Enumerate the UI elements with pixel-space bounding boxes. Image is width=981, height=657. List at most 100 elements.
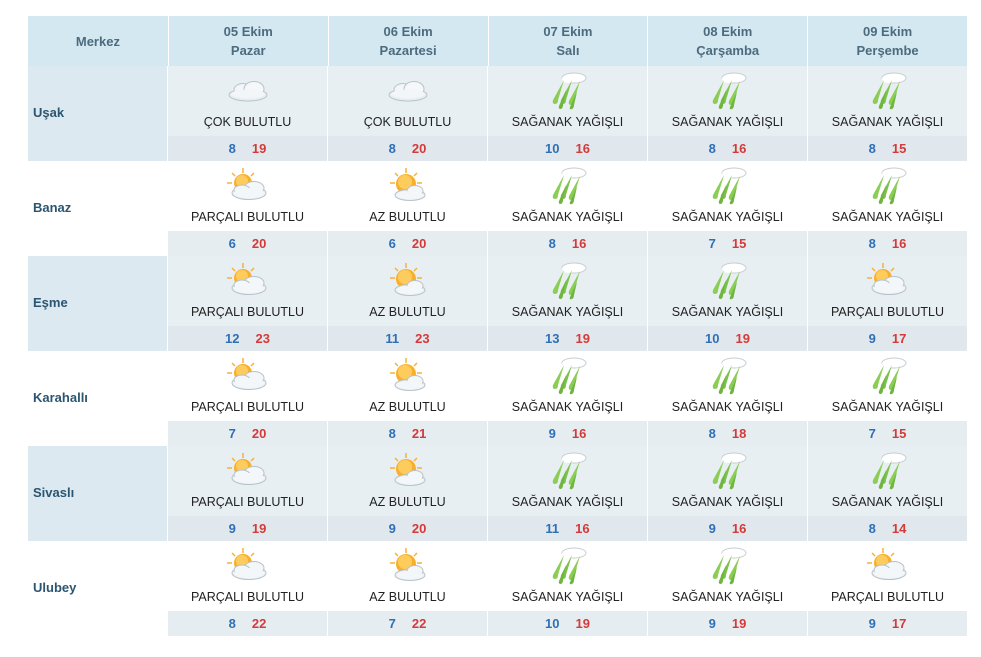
temperature-range: 13 19 xyxy=(488,326,647,351)
temperature-range: 11 16 xyxy=(488,516,647,541)
forecast-cell: PARÇALI BULUTLU 7 20 xyxy=(168,351,328,446)
day-date: 07 Ekim xyxy=(543,24,593,39)
temperature-range: 8 16 xyxy=(488,231,647,256)
temperature-range: 12 23 xyxy=(168,326,327,351)
sun-cloud-icon xyxy=(378,163,438,207)
forecast-cell: SAĞANAK YAĞIŞLI 7 15 xyxy=(808,351,967,446)
min-temp: 8 xyxy=(868,521,876,536)
max-temp: 22 xyxy=(251,616,267,631)
max-temp: 16 xyxy=(891,236,907,251)
weather-description: SAĞANAK YAĞIŞLI xyxy=(831,210,944,224)
max-temp: 19 xyxy=(731,616,747,631)
weather-description: SAĞANAK YAĞIŞLI xyxy=(511,590,624,604)
heavy-rain-icon xyxy=(538,258,598,302)
min-temp: 6 xyxy=(388,236,396,251)
temperature-range: 8 15 xyxy=(808,136,967,161)
forecast-cell: SAĞANAK YAĞIŞLI 8 18 xyxy=(648,351,808,446)
forecast-cell: SAĞANAK YAĞIŞLI 10 19 xyxy=(488,541,648,636)
max-temp: 17 xyxy=(891,331,907,346)
heavy-rain-icon xyxy=(538,68,598,112)
temperature-range: 11 23 xyxy=(328,326,487,351)
city-name[interactable]: Banaz xyxy=(28,161,168,256)
day-weekday: Pazartesi xyxy=(379,43,437,58)
weather-description: PARÇALI BULUTLU xyxy=(191,305,304,319)
min-temp: 9 xyxy=(388,521,396,536)
min-temp: 9 xyxy=(708,616,716,631)
temperature-range: 8 16 xyxy=(648,136,807,161)
temperature-range: 8 19 xyxy=(168,136,327,161)
forecast-cell: PARÇALI BULUTLU 8 22 xyxy=(168,541,328,636)
heavy-rain-icon xyxy=(538,353,598,397)
day-header: 05 Ekim Pazar xyxy=(168,16,329,66)
min-temp: 8 xyxy=(868,141,876,156)
city-name[interactable]: Karahallı xyxy=(28,351,168,446)
forecast-cell: AZ BULUTLU 9 20 xyxy=(328,446,488,541)
max-temp: 19 xyxy=(251,521,267,536)
max-temp: 16 xyxy=(575,141,590,156)
max-temp: 19 xyxy=(735,331,750,346)
max-temp: 21 xyxy=(411,426,427,441)
min-temp: 10 xyxy=(705,331,720,346)
min-temp: 13 xyxy=(545,331,560,346)
forecast-cell: AZ BULUTLU 6 20 xyxy=(328,161,488,256)
max-temp: 20 xyxy=(251,426,267,441)
forecast-cell: SAĞANAK YAĞIŞLI 8 14 xyxy=(808,446,967,541)
weather-description: PARÇALI BULUTLU xyxy=(191,590,304,604)
min-temp: 7 xyxy=(868,426,876,441)
city-name[interactable]: Sivaslı xyxy=(28,446,168,541)
weather-description: SAĞANAK YAĞIŞLI xyxy=(511,400,624,414)
city-name[interactable]: Eşme xyxy=(28,256,168,351)
forecast-cell: SAĞANAK YAĞIŞLI 8 16 xyxy=(648,66,808,161)
city-name[interactable]: Uşak xyxy=(28,66,168,161)
max-temp: 20 xyxy=(411,236,427,251)
forecast-cell: AZ BULUTLU 11 23 xyxy=(328,256,488,351)
max-temp: 18 xyxy=(731,426,747,441)
min-temp: 12 xyxy=(225,331,240,346)
forecast-cell: SAĞANAK YAĞIŞLI 7 15 xyxy=(648,161,808,256)
heavy-rain-icon xyxy=(698,258,758,302)
city-name[interactable]: Ulubey xyxy=(28,541,168,636)
weather-description: AZ BULUTLU xyxy=(369,305,446,319)
heavy-rain-icon xyxy=(698,353,758,397)
forecast-header-row: Merkez 05 Ekim Pazar 06 Ekim Pazartesi 0… xyxy=(28,16,967,66)
weather-description: SAĞANAK YAĞIŞLI xyxy=(671,495,784,509)
city-row: Uşak ÇOK BULUTLU 8 19 ÇOK BULUTLU 8 20 SAĞANAK … xyxy=(28,66,967,161)
merkez-header: Merkez xyxy=(28,16,169,66)
city-row: Ulubey PARÇALI BULUTLU 8 22 AZ BULUTLU 7 22 SAĞ… xyxy=(28,541,967,636)
forecast-cell: SAĞANAK YAĞIŞLI 8 16 xyxy=(488,161,648,256)
cloud-icon xyxy=(378,68,438,112)
temperature-range: 6 20 xyxy=(168,231,327,256)
min-temp: 9 xyxy=(868,331,876,346)
day-date: 09 Ekim xyxy=(862,24,913,39)
min-temp: 8 xyxy=(708,426,716,441)
min-temp: 8 xyxy=(228,616,236,631)
heavy-rain-icon xyxy=(858,353,918,397)
day-date: 05 Ekim xyxy=(223,24,273,39)
min-temp: 8 xyxy=(388,426,396,441)
temperature-range: 8 20 xyxy=(328,136,487,161)
min-temp: 9 xyxy=(228,521,236,536)
max-temp: 16 xyxy=(571,236,587,251)
weather-description: SAĞANAK YAĞIŞLI xyxy=(671,305,784,319)
day-weekday: Pazar xyxy=(230,43,266,58)
day-date: 06 Ekim xyxy=(383,24,433,39)
heavy-rain-icon xyxy=(858,68,918,112)
weather-description: PARÇALI BULUTLU xyxy=(191,210,304,224)
weather-description: AZ BULUTLU xyxy=(369,400,446,414)
max-temp: 15 xyxy=(731,236,747,251)
partly-cloudy-icon xyxy=(218,258,278,302)
max-temp: 20 xyxy=(411,141,427,156)
heavy-rain-icon xyxy=(538,163,598,207)
weather-description: SAĞANAK YAĞIŞLI xyxy=(671,210,784,224)
forecast-cell: PARÇALI BULUTLU 12 23 xyxy=(168,256,328,351)
heavy-rain-icon xyxy=(858,163,918,207)
partly-cloudy-icon xyxy=(218,543,278,587)
heavy-rain-icon xyxy=(698,543,758,587)
min-temp: 11 xyxy=(545,521,560,536)
day-date: 08 Ekim xyxy=(703,24,753,39)
temperature-range: 7 15 xyxy=(648,231,807,256)
weather-description: SAĞANAK YAĞIŞLI xyxy=(831,115,944,129)
temperature-range: 10 16 xyxy=(488,136,647,161)
weather-description: SAĞANAK YAĞIŞLI xyxy=(511,210,624,224)
weather-description: AZ BULUTLU xyxy=(369,590,446,604)
